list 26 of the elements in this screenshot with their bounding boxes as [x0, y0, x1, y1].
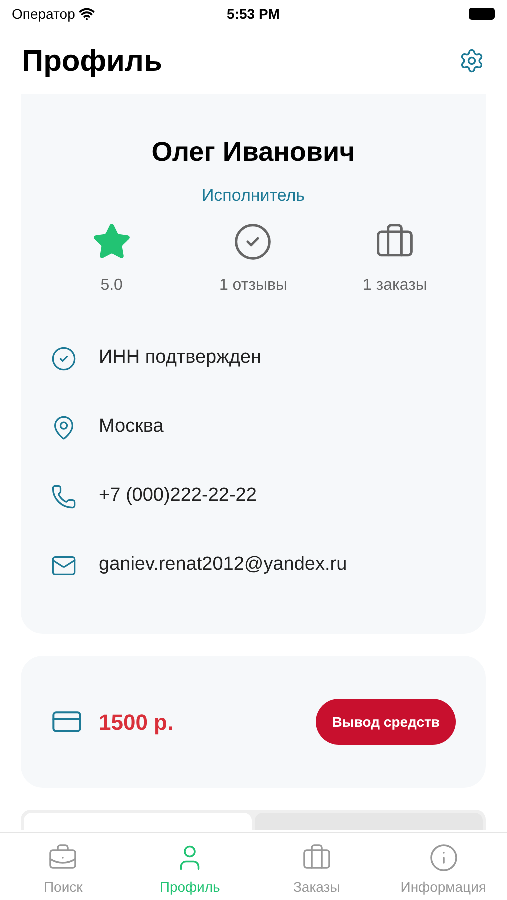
- info-icon: [428, 843, 459, 873]
- wifi-icon: [79, 6, 96, 22]
- balance-amount: 1500 р.: [99, 708, 174, 737]
- tab-item[interactable]: Информация: [380, 833, 507, 900]
- stat-label: 1 отзывы: [219, 276, 288, 296]
- tab-item[interactable]: Профиль: [126, 833, 254, 900]
- status-time: 5:53 PM: [227, 4, 280, 24]
- detail-text: Москва: [99, 415, 164, 440]
- stat-label: 5.0: [100, 276, 123, 296]
- carrier-name: Оператор: [12, 4, 76, 24]
- battery-icon: [468, 8, 495, 20]
- user-role[interactable]: Исполнитель: [202, 182, 306, 208]
- settings-icon[interactable]: [459, 48, 485, 74]
- detail-text: +7 (000)222-22-22: [99, 484, 257, 508]
- segment-tab[interactable]: [255, 813, 483, 830]
- user-name: Олег Иванович: [152, 136, 356, 169]
- withdraw-button[interactable]: Вывод средств: [316, 699, 456, 745]
- tab-item[interactable]: Поиск: [0, 833, 127, 900]
- page-title: Профиль: [22, 44, 162, 80]
- tab-item[interactable]: Заказы: [254, 833, 380, 900]
- check-circle-icon: [51, 346, 77, 372]
- detail-text: ИНН подтвержден: [99, 346, 262, 370]
- detail-text: ganiev.renat2012@yandex.ru: [99, 553, 348, 578]
- check-circle-icon: [233, 222, 274, 262]
- phone-icon: [51, 484, 77, 510]
- stat-label: 1 заказы: [362, 276, 428, 296]
